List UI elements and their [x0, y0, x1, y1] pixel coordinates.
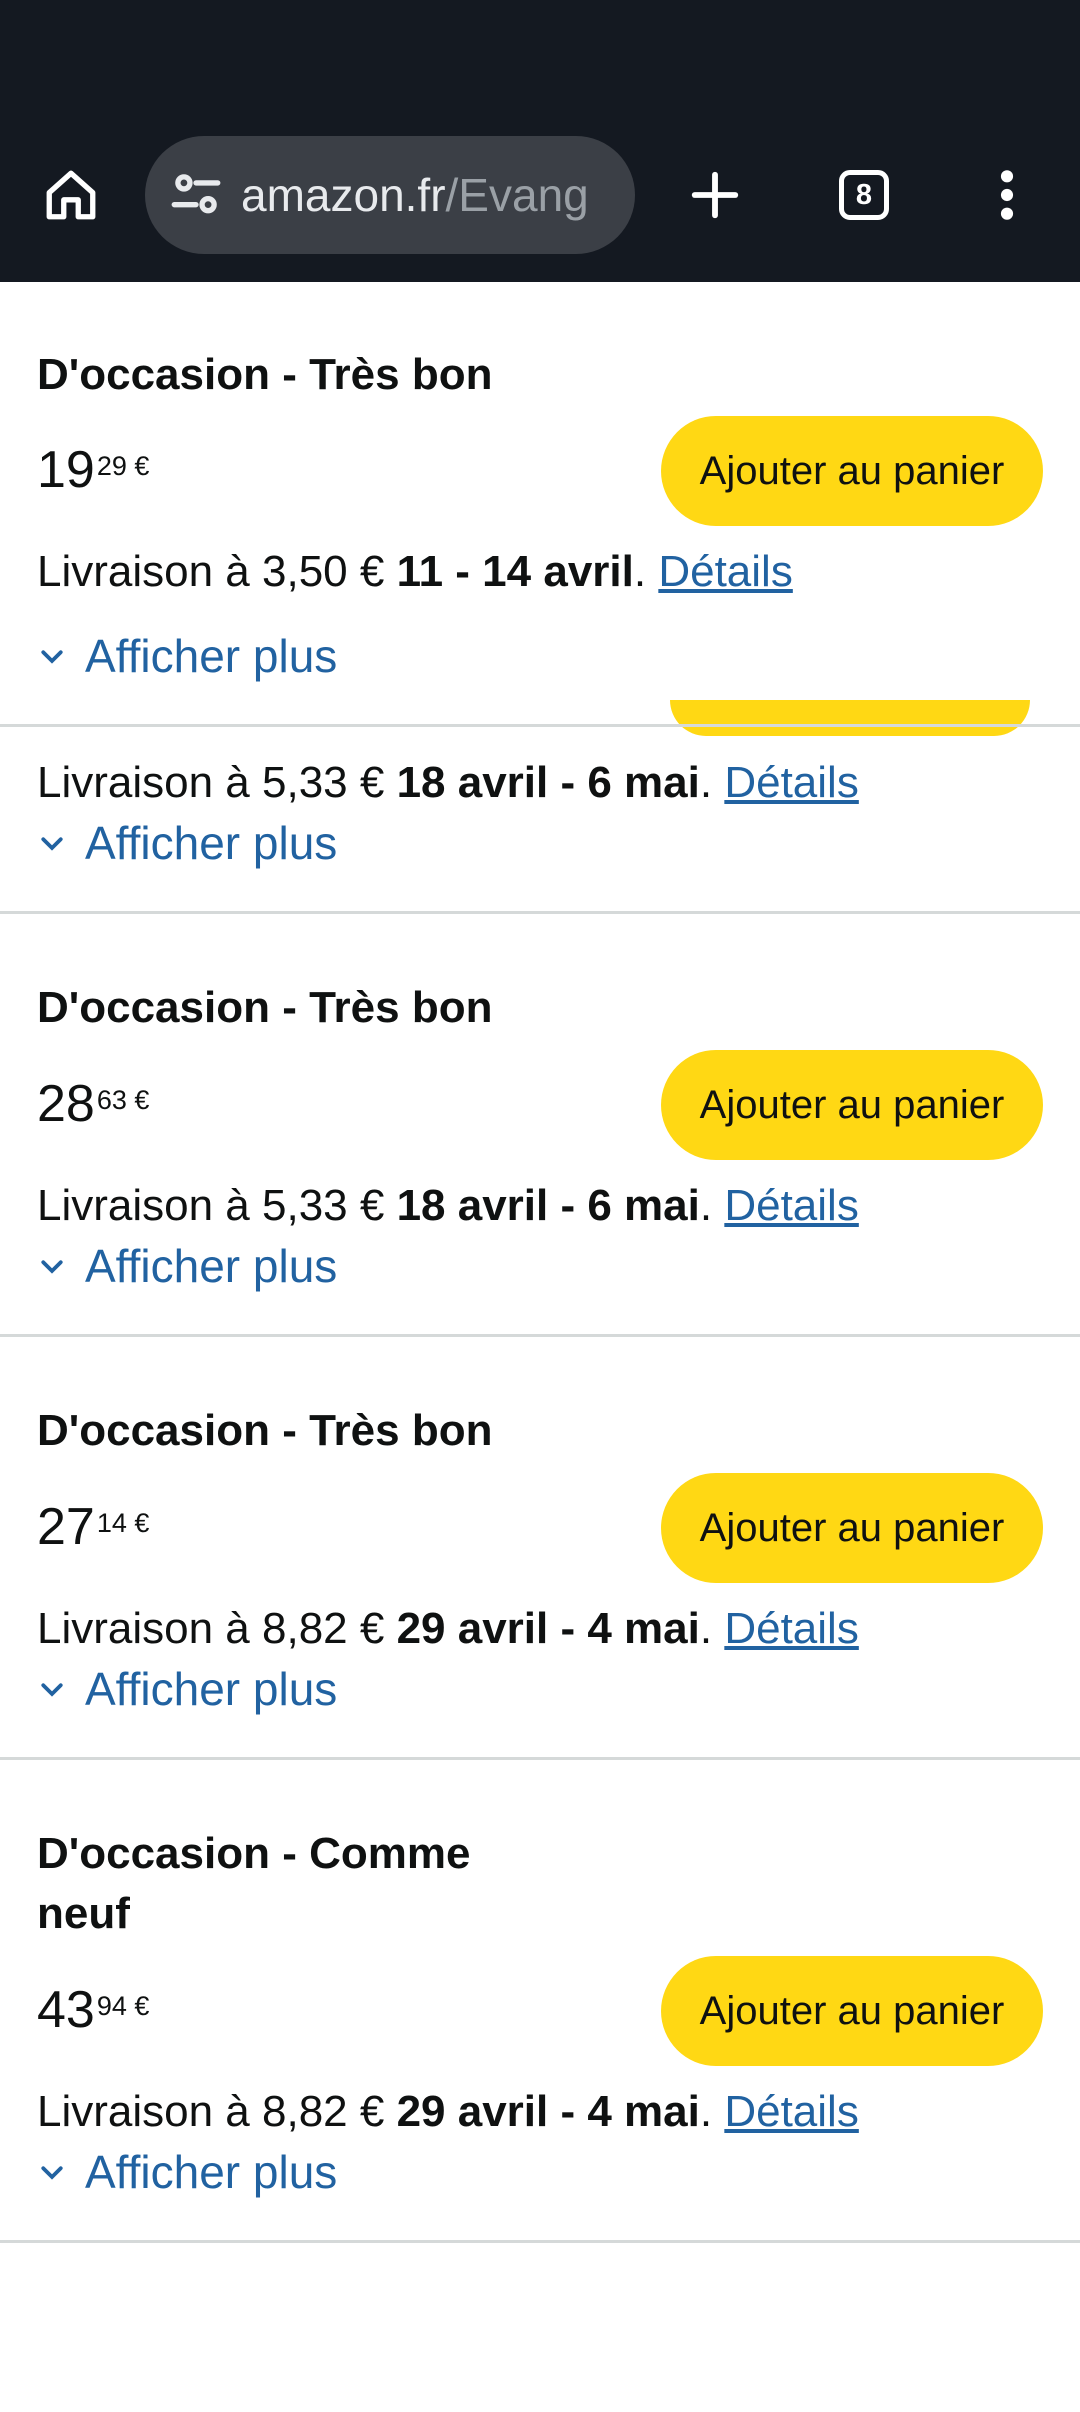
- address-bar[interactable]: amazon.fr/Evang: [145, 136, 635, 254]
- show-more-link[interactable]: Afficher plus: [37, 1661, 337, 1717]
- browser-toolbar: amazon.fr/Evang 8: [0, 0, 1080, 282]
- url-domain: amazon.fr: [241, 169, 446, 221]
- delivery-cost: Livraison à 3,50 €: [37, 547, 397, 596]
- delivery-dates: 29 avril - 4 mai: [396, 2087, 700, 2136]
- offer-condition: D'occasion - Très bon: [37, 350, 493, 399]
- offer-price: 4394 €: [37, 1980, 149, 2040]
- delivery-info: Livraison à 8,82 € 29 avril - 4 mai. Dét…: [37, 2084, 859, 2140]
- add-to-cart-button[interactable]: Ajouter au panier: [661, 1956, 1043, 2066]
- delivery-punct: .: [699, 1604, 713, 1653]
- offer-price: 2863 €: [37, 1074, 149, 1134]
- offer-condition: D'occasion - Très bon: [37, 983, 493, 1032]
- home-icon[interactable]: [36, 160, 106, 230]
- offer-price: 1929 €: [37, 440, 149, 500]
- divider: [0, 1334, 1080, 1337]
- add-to-cart-button[interactable]: Ajouter au panier: [661, 416, 1043, 526]
- price-fraction: 94 €: [96, 1991, 150, 2021]
- chevron-down-icon: [41, 2166, 63, 2180]
- url-path: /Evang: [445, 169, 589, 221]
- delivery-info: Livraison à 3,50 € 11 - 14 avril. Détail…: [37, 544, 793, 600]
- delivery-cost: Livraison à 8,82 €: [37, 2087, 397, 2136]
- chevron-down-icon: [41, 650, 63, 664]
- details-link[interactable]: Détails: [724, 1181, 859, 1230]
- price-whole: 19: [37, 441, 95, 499]
- tab-switcher-button[interactable]: 8: [829, 160, 899, 230]
- delivery-info: Livraison à 5,33 € 18 avril - 6 mai. Dét…: [37, 1178, 859, 1234]
- delivery-cost: Livraison à 5,33 €: [37, 758, 397, 807]
- details-link[interactable]: Détails: [724, 1604, 859, 1653]
- show-more-link[interactable]: Afficher plus: [37, 2144, 337, 2200]
- chevron-down-icon: [41, 837, 63, 851]
- divider: [0, 911, 1080, 914]
- show-more-link[interactable]: Afficher plus: [37, 628, 337, 684]
- delivery-cost: Livraison à 8,82 €: [37, 1604, 397, 1653]
- price-fraction: 63 €: [96, 1085, 150, 1115]
- price-fraction: 14 €: [96, 1508, 150, 1538]
- show-more-label: Afficher plus: [85, 2146, 338, 2198]
- delivery-cost: Livraison à 5,33 €: [37, 1181, 397, 1230]
- price-whole: 43: [37, 1981, 95, 2039]
- add-to-cart-button[interactable]: Ajouter au panier: [661, 1473, 1043, 1583]
- divider: [0, 2240, 1080, 2243]
- show-more-label: Afficher plus: [85, 1663, 338, 1715]
- price-fraction: 29 €: [96, 451, 150, 481]
- delivery-dates: 18 avril - 6 mai: [396, 758, 700, 807]
- show-more-label: Afficher plus: [85, 817, 338, 869]
- show-more-label: Afficher plus: [85, 630, 338, 682]
- details-link[interactable]: Détails: [724, 2087, 859, 2136]
- price-whole: 27: [37, 1498, 95, 1556]
- details-link[interactable]: Détails: [724, 758, 859, 807]
- offer-condition: D'occasion - Très bon: [37, 1406, 493, 1455]
- delivery-punct: .: [633, 547, 647, 596]
- show-more-label: Afficher plus: [85, 1240, 338, 1292]
- divider: [0, 724, 1080, 727]
- offer-condition: D'occasion - Comme neuf: [37, 1829, 471, 1938]
- site-settings-icon[interactable]: [167, 166, 225, 224]
- more-menu-icon[interactable]: [972, 160, 1042, 230]
- delivery-dates: 11 - 14 avril: [396, 547, 634, 596]
- tab-count: 8: [839, 170, 889, 220]
- price-whole: 28: [37, 1075, 95, 1133]
- divider: [0, 1757, 1080, 1760]
- delivery-info: Livraison à 8,82 € 29 avril - 4 mai. Dét…: [37, 1601, 859, 1657]
- show-more-link[interactable]: Afficher plus: [37, 1238, 337, 1294]
- add-to-cart-button-partial[interactable]: [670, 700, 1030, 736]
- chevron-down-icon: [41, 1260, 63, 1274]
- delivery-dates: 29 avril - 4 mai: [396, 1604, 700, 1653]
- chevron-down-icon: [41, 1683, 63, 1697]
- delivery-dates: 18 avril - 6 mai: [396, 1181, 700, 1230]
- add-to-cart-button[interactable]: Ajouter au panier: [661, 1050, 1043, 1160]
- delivery-info: Livraison à 5,33 € 18 avril - 6 mai. Dét…: [37, 755, 859, 811]
- delivery-punct: .: [699, 1181, 713, 1230]
- delivery-punct: .: [699, 2087, 713, 2136]
- details-link[interactable]: Détails: [658, 547, 793, 596]
- offer-price: 2714 €: [37, 1497, 149, 1557]
- new-tab-icon[interactable]: [680, 160, 750, 230]
- show-more-link[interactable]: Afficher plus: [37, 815, 337, 871]
- url-text: amazon.fr/Evang: [241, 136, 621, 254]
- delivery-punct: .: [699, 758, 713, 807]
